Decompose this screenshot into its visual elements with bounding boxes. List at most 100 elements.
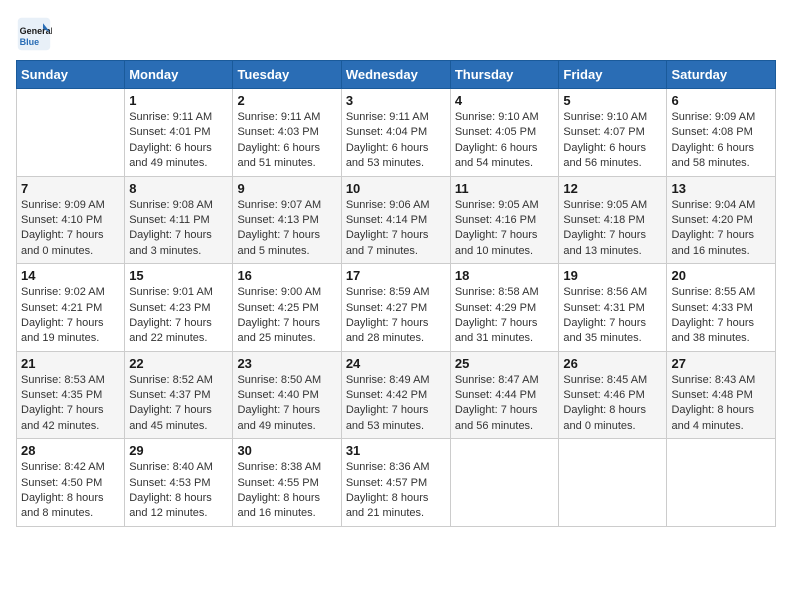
calendar-cell: 7 Sunrise: 9:09 AM Sunset: 4:10 PM Daylig… [17, 176, 125, 264]
day-info: Sunrise: 8:43 AM Sunset: 4:48 PM Dayligh… [671, 373, 771, 435]
calendar-cell: 18 Sunrise: 8:58 AM Sunset: 4:29 PM Dayli… [450, 264, 559, 352]
calendar-cell: 31 Sunrise: 8:36 AM Sunset: 4:57 PM Dayli… [341, 439, 450, 527]
day-number: 27 [671, 356, 771, 371]
logo-icon: General Blue [16, 16, 52, 52]
day-number: 26 [563, 356, 662, 371]
calendar-cell: 30 Sunrise: 8:38 AM Sunset: 4:55 PM Dayli… [233, 439, 341, 527]
day-number: 15 [129, 268, 228, 283]
calendar-cell: 2Sunrise: 9:11 AM Sunset: 4:03 PM Daylig… [233, 89, 341, 177]
day-info: Sunrise: 8:53 AM Sunset: 4:35 PM Dayligh… [21, 373, 120, 435]
calendar-header-row: SundayMondayTuesdayWednesdayThursdayFrid… [17, 61, 776, 89]
calendar-header-monday: Monday [125, 61, 233, 89]
calendar-header-sunday: Sunday [17, 61, 125, 89]
calendar-cell: 23Sunrise: 8:50 AM Sunset: 4:40 PM Dayli… [233, 351, 341, 439]
day-number: 25 [455, 356, 555, 371]
calendar-cell: 3 Sunrise: 9:11 AM Sunset: 4:04 PM Daylig… [341, 89, 450, 177]
day-info: Sunrise: 8:50 AM Sunset: 4:40 PM Dayligh… [237, 373, 336, 435]
day-number: 21 [21, 356, 120, 371]
day-number: 14 [21, 268, 120, 283]
logo: General Blue [16, 16, 56, 52]
day-number: 16 [237, 268, 336, 283]
day-number: 29 [129, 443, 228, 458]
calendar-cell: 24 Sunrise: 8:49 AM Sunset: 4:42 PM Dayli… [341, 351, 450, 439]
day-number: 13 [671, 181, 771, 196]
day-number: 30 [237, 443, 336, 458]
svg-text:Blue: Blue [20, 37, 40, 47]
calendar-cell: 20 Sunrise: 8:55 AM Sunset: 4:33 PM Dayli… [667, 264, 776, 352]
day-info: Sunrise: 8:58 AM Sunset: 4:29 PM Dayligh… [455, 285, 555, 347]
calendar-cell: 21 Sunrise: 8:53 AM Sunset: 4:35 PM Dayli… [17, 351, 125, 439]
calendar-header-tuesday: Tuesday [233, 61, 341, 89]
calendar-cell [559, 439, 667, 527]
day-info: Sunrise: 8:45 AM Sunset: 4:46 PM Dayligh… [563, 373, 662, 435]
day-info: Sunrise: 9:09 AM Sunset: 4:08 PM Dayligh… [671, 110, 771, 172]
day-info: Sunrise: 9:00 AM Sunset: 4:25 PM Dayligh… [237, 285, 336, 347]
day-info: Sunrise: 9:09 AM Sunset: 4:10 PM Dayligh… [21, 198, 120, 260]
calendar-cell: 14 Sunrise: 9:02 AM Sunset: 4:21 PM Dayli… [17, 264, 125, 352]
calendar-week-row: 7 Sunrise: 9:09 AM Sunset: 4:10 PM Daylig… [17, 176, 776, 264]
day-number: 31 [346, 443, 446, 458]
calendar-cell: 9 Sunrise: 9:07 AM Sunset: 4:13 PM Daylig… [233, 176, 341, 264]
day-number: 3 [346, 93, 446, 108]
day-info: Sunrise: 8:47 AM Sunset: 4:44 PM Dayligh… [455, 373, 555, 435]
calendar-header-thursday: Thursday [450, 61, 559, 89]
day-info: Sunrise: 8:42 AM Sunset: 4:50 PM Dayligh… [21, 460, 120, 522]
day-number: 18 [455, 268, 555, 283]
calendar-cell: 29 Sunrise: 8:40 AM Sunset: 4:53 PM Dayli… [125, 439, 233, 527]
day-info: Sunrise: 8:36 AM Sunset: 4:57 PM Dayligh… [346, 460, 446, 522]
calendar-cell: 22 Sunrise: 8:52 AM Sunset: 4:37 PM Dayli… [125, 351, 233, 439]
day-number: 24 [346, 356, 446, 371]
calendar-cell [17, 89, 125, 177]
day-info: Sunrise: 9:04 AM Sunset: 4:20 PM Dayligh… [671, 198, 771, 260]
calendar-header-friday: Friday [559, 61, 667, 89]
calendar-cell: 17Sunrise: 8:59 AM Sunset: 4:27 PM Dayli… [341, 264, 450, 352]
calendar-cell: 15 Sunrise: 9:01 AM Sunset: 4:23 PM Dayli… [125, 264, 233, 352]
day-info: Sunrise: 9:11 AM Sunset: 4:04 PM Dayligh… [346, 110, 446, 172]
calendar-cell: 13 Sunrise: 9:04 AM Sunset: 4:20 PM Dayli… [667, 176, 776, 264]
day-info: Sunrise: 9:10 AM Sunset: 4:07 PM Dayligh… [563, 110, 662, 172]
day-info: Sunrise: 8:55 AM Sunset: 4:33 PM Dayligh… [671, 285, 771, 347]
day-info: Sunrise: 9:01 AM Sunset: 4:23 PM Dayligh… [129, 285, 228, 347]
day-info: Sunrise: 9:11 AM Sunset: 4:03 PM Dayligh… [237, 110, 336, 172]
page-header: General Blue [16, 16, 776, 52]
calendar-week-row: 28Sunrise: 8:42 AM Sunset: 4:50 PM Dayli… [17, 439, 776, 527]
day-number: 19 [563, 268, 662, 283]
calendar-week-row: 14 Sunrise: 9:02 AM Sunset: 4:21 PM Dayli… [17, 264, 776, 352]
day-number: 6 [671, 93, 771, 108]
day-number: 4 [455, 93, 555, 108]
calendar-table: SundayMondayTuesdayWednesdayThursdayFrid… [16, 60, 776, 527]
day-number: 7 [21, 181, 120, 196]
day-info: Sunrise: 8:49 AM Sunset: 4:42 PM Dayligh… [346, 373, 446, 435]
calendar-cell [450, 439, 559, 527]
day-info: Sunrise: 9:07 AM Sunset: 4:13 PM Dayligh… [237, 198, 336, 260]
day-number: 20 [671, 268, 771, 283]
calendar-cell: 12 Sunrise: 9:05 AM Sunset: 4:18 PM Dayli… [559, 176, 667, 264]
day-info: Sunrise: 9:11 AM Sunset: 4:01 PM Dayligh… [129, 110, 228, 172]
calendar-cell: 4 Sunrise: 9:10 AM Sunset: 4:05 PM Daylig… [450, 89, 559, 177]
day-info: Sunrise: 8:38 AM Sunset: 4:55 PM Dayligh… [237, 460, 336, 522]
calendar-cell: 27 Sunrise: 8:43 AM Sunset: 4:48 PM Dayli… [667, 351, 776, 439]
calendar-cell: 16 Sunrise: 9:00 AM Sunset: 4:25 PM Dayli… [233, 264, 341, 352]
day-info: Sunrise: 8:40 AM Sunset: 4:53 PM Dayligh… [129, 460, 228, 522]
calendar-cell: 25 Sunrise: 8:47 AM Sunset: 4:44 PM Dayli… [450, 351, 559, 439]
calendar-cell: 6 Sunrise: 9:09 AM Sunset: 4:08 PM Daylig… [667, 89, 776, 177]
day-number: 22 [129, 356, 228, 371]
calendar-header-wednesday: Wednesday [341, 61, 450, 89]
day-info: Sunrise: 8:56 AM Sunset: 4:31 PM Dayligh… [563, 285, 662, 347]
calendar-cell: 11 Sunrise: 9:05 AM Sunset: 4:16 PM Dayli… [450, 176, 559, 264]
day-number: 9 [237, 181, 336, 196]
day-info: Sunrise: 9:05 AM Sunset: 4:18 PM Dayligh… [563, 198, 662, 260]
day-info: Sunrise: 8:59 AM Sunset: 4:27 PM Dayligh… [346, 285, 446, 347]
calendar-cell: 8Sunrise: 9:08 AM Sunset: 4:11 PM Daylig… [125, 176, 233, 264]
day-info: Sunrise: 9:05 AM Sunset: 4:16 PM Dayligh… [455, 198, 555, 260]
day-number: 12 [563, 181, 662, 196]
day-info: Sunrise: 9:08 AM Sunset: 4:11 PM Dayligh… [129, 198, 228, 260]
day-number: 5 [563, 93, 662, 108]
day-info: Sunrise: 9:02 AM Sunset: 4:21 PM Dayligh… [21, 285, 120, 347]
calendar-cell: 1Sunrise: 9:11 AM Sunset: 4:01 PM Daylig… [125, 89, 233, 177]
day-number: 11 [455, 181, 555, 196]
day-info: Sunrise: 9:06 AM Sunset: 4:14 PM Dayligh… [346, 198, 446, 260]
day-info: Sunrise: 8:52 AM Sunset: 4:37 PM Dayligh… [129, 373, 228, 435]
day-info: Sunrise: 9:10 AM Sunset: 4:05 PM Dayligh… [455, 110, 555, 172]
calendar-cell: 28Sunrise: 8:42 AM Sunset: 4:50 PM Dayli… [17, 439, 125, 527]
